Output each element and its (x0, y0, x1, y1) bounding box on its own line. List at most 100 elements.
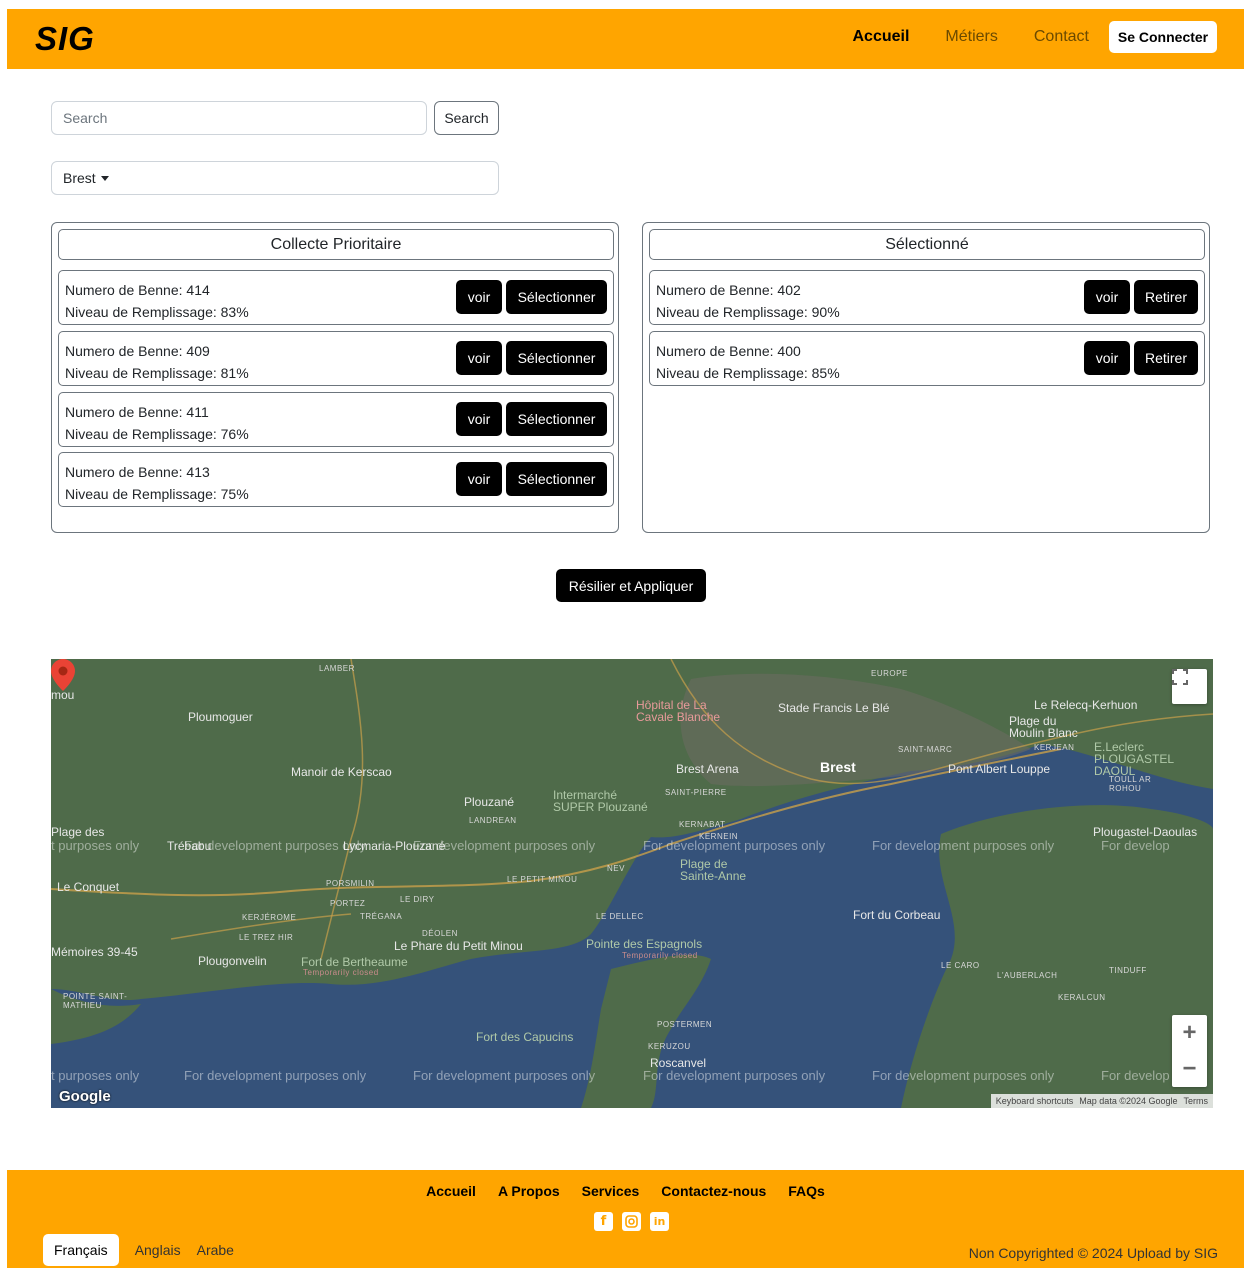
map-label-hopital: Hôpital de La Cavale Blanche (636, 698, 721, 724)
select-button[interactable]: Sélectionner (506, 402, 607, 436)
fill-level: Niveau de Remplissage: 90% (656, 304, 840, 320)
map-label-brest: Brest (820, 759, 856, 775)
city-dropdown-value: Brest (63, 170, 96, 186)
google-logo: Google (59, 1088, 111, 1105)
brand-logo[interactable]: SIG (35, 20, 95, 58)
fill-level: Niveau de Remplissage: 76% (65, 426, 249, 442)
main-nav: Accueil Métiers Contact (852, 28, 1089, 46)
facebook-icon[interactable]: f (594, 1212, 613, 1231)
remove-button[interactable]: Retirer (1134, 280, 1198, 314)
nav-accueil[interactable]: Accueil (852, 28, 909, 46)
map-watermark: For development purposes only (643, 838, 826, 853)
fill-level: Niveau de Remplissage: 75% (65, 486, 249, 502)
remove-button[interactable]: Retirer (1134, 341, 1198, 375)
map-label-fort-bertheaume: Fort de Bertheaume (301, 955, 408, 969)
view-button[interactable]: voir (1084, 280, 1130, 314)
city-dropdown[interactable]: Brest (51, 161, 499, 195)
footer-link-contact[interactable]: Contactez-nous (661, 1183, 766, 1199)
map-label-ploumoguer: Ploumoguer (188, 710, 253, 724)
view-button[interactable]: voir (456, 462, 502, 496)
nav-metiers[interactable]: Métiers (945, 28, 997, 46)
map-label-postermen: POSTERMEN (657, 1020, 713, 1029)
view-button[interactable]: voir (1084, 341, 1130, 375)
map-label-plage-des: Plage des (51, 825, 105, 839)
map-label-europe: EUROPE (871, 669, 908, 678)
priority-item: Numero de Benne: 411 Niveau de Remplissa… (58, 392, 614, 447)
map-label-saint-pierre: SAINT-PIERRE (665, 788, 727, 797)
fill-level: Niveau de Remplissage: 83% (65, 304, 249, 320)
map-label-pointe-saint-mathieu: POINTE SAINT-MATHIEU (63, 992, 128, 1010)
map-label-pointe-espagnols: Pointe des Espagnols (586, 937, 703, 951)
view-button[interactable]: voir (456, 402, 502, 436)
instagram-icon[interactable] (622, 1212, 641, 1231)
linkedin-icon[interactable]: in (650, 1212, 669, 1231)
view-button[interactable]: voir (456, 341, 502, 375)
keyboard-shortcuts-link[interactable]: Keyboard shortcuts (996, 1096, 1074, 1106)
lang-anglais[interactable]: Anglais (135, 1242, 181, 1258)
land-roscanvel (581, 954, 711, 1108)
map-label-phare: Le Phare du Petit Minou (394, 939, 523, 953)
selected-item: Numero de Benne: 402 Niveau de Remplissa… (649, 270, 1205, 325)
map-label-kerjerome: KERJÉROME (242, 913, 297, 922)
footer-nav: Accueil A Propos Services Contactez-nous… (7, 1183, 1244, 1199)
map-label-arena: Brest Arena (676, 762, 739, 776)
map-watermark: For development purposes only (413, 838, 596, 853)
map-label-leclerc: E.Leclerc PLOUGASTEL DAOUL (1094, 740, 1174, 778)
select-button[interactable]: Sélectionner (506, 462, 607, 496)
map-label-relecq: Le Relecq-Kerhuon (1034, 698, 1138, 712)
map-label-deolen: DÉOLEN (422, 929, 458, 938)
map-label-landrean: LANDREAN (469, 816, 517, 825)
fullscreen-button[interactable] (1172, 669, 1207, 704)
map-view[interactable]: Ploumoguer Manoir de Kerscao Plouzané In… (51, 659, 1213, 1108)
top-navbar: SIG Accueil Métiers Contact Se Connecter (7, 9, 1244, 69)
bin-number: Numero de Benne: 400 (656, 343, 801, 359)
lang-francais[interactable]: Français (43, 1234, 119, 1266)
map-label-toull-ar-rohou: TOULL AR ROHOU (1109, 775, 1152, 793)
map-watermark: For development purposes only (184, 838, 367, 853)
selected-panel: Sélectionné Numero de Benne: 402 Niveau … (642, 222, 1210, 533)
bin-number: Numero de Benne: 409 (65, 343, 210, 359)
search-input[interactable]: Search (51, 101, 427, 135)
select-button[interactable]: Sélectionner (506, 280, 607, 314)
view-button[interactable]: voir (456, 280, 502, 314)
map-label-plougonvelin: Plougonvelin (198, 954, 267, 968)
map-attribution: Keyboard shortcuts Map data ©2024 Google… (990, 1094, 1213, 1108)
map-data-credit: Map data ©2024 Google (1079, 1096, 1178, 1106)
map-label-kerjean: KERJEAN (1034, 743, 1075, 752)
priority-item: Numero de Benne: 414 Niveau de Remplissa… (58, 270, 614, 325)
search-button[interactable]: Search (434, 101, 499, 135)
select-button[interactable]: Sélectionner (506, 341, 607, 375)
zoom-in-button[interactable]: + (1172, 1015, 1207, 1051)
footer-link-apropos[interactable]: A Propos (498, 1183, 560, 1199)
map-watermark: t purposes only (51, 838, 140, 853)
footer-link-accueil[interactable]: Accueil (426, 1183, 476, 1199)
map-watermark: For development purposes only (643, 1068, 826, 1083)
lang-arabe[interactable]: Arabe (197, 1242, 234, 1258)
social-links: f in (594, 1212, 669, 1231)
map-label-kernabat: KERNABAT (679, 820, 726, 829)
apply-button[interactable]: Résilier et Appliquer (556, 569, 706, 602)
map-label-fort-capucins: Fort des Capucins (476, 1030, 574, 1044)
map-label-lamber: LAMBER (319, 664, 355, 673)
map-label-l-auberlach: L'AUBERLACH (997, 971, 1058, 980)
language-switcher: Français Anglais Arabe (43, 1234, 234, 1266)
map-marker-icon[interactable] (51, 659, 75, 691)
priority-item: Numero de Benne: 409 Niveau de Remplissa… (58, 331, 614, 386)
footer-link-services[interactable]: Services (582, 1183, 640, 1199)
map-watermark: t purposes only (51, 1068, 140, 1083)
bin-number: Numero de Benne: 413 (65, 464, 210, 480)
fill-level: Niveau de Remplissage: 81% (65, 365, 249, 381)
priority-item: Numero de Benne: 413 Niveau de Remplissa… (58, 452, 614, 507)
bin-number: Numero de Benne: 411 (65, 404, 209, 420)
bin-number: Numero de Benne: 402 (656, 282, 801, 298)
map-label-le-conquet: Le Conquet (57, 880, 120, 894)
footer-link-faqs[interactable]: FAQs (788, 1183, 825, 1199)
nav-contact[interactable]: Contact (1034, 28, 1089, 46)
priority-panel-title: Collecte Prioritaire (58, 229, 614, 260)
terms-link[interactable]: Terms (1184, 1096, 1209, 1106)
map-label-plage-sainte-anne: Plage de Sainte-Anne (680, 857, 747, 883)
login-button[interactable]: Se Connecter (1109, 21, 1217, 53)
map-label-temp-closed-1: Temporarily closed (303, 968, 379, 977)
bin-number: Numero de Benne: 414 (65, 282, 210, 298)
zoom-out-button[interactable]: − (1172, 1051, 1207, 1087)
